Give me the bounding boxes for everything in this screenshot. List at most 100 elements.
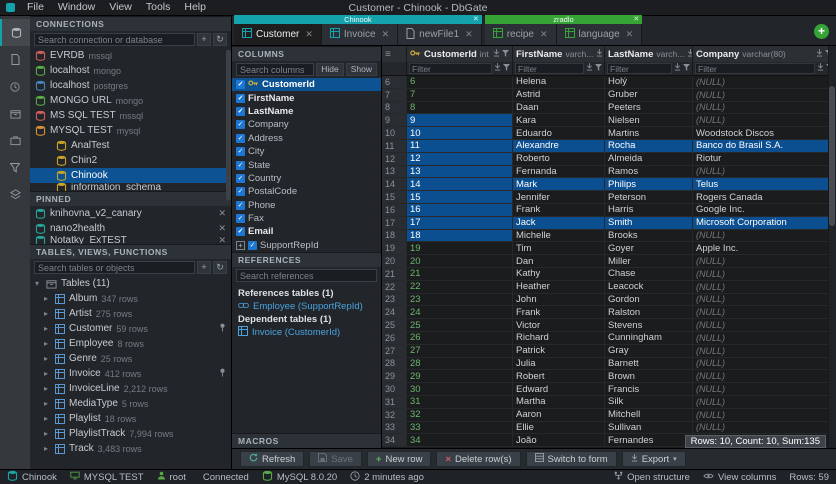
checkbox-checked-icon[interactable]: ✓ bbox=[236, 214, 245, 223]
cell-customerid[interactable]: 16 bbox=[407, 204, 513, 216]
column-item-city[interactable]: ✓City bbox=[232, 145, 381, 158]
cell-company[interactable]: (NULL) bbox=[693, 409, 836, 421]
cell-customerid[interactable]: 10 bbox=[407, 127, 513, 139]
cell-company[interactable]: (NULL) bbox=[693, 281, 836, 293]
add-table-button[interactable]: + bbox=[197, 261, 211, 274]
sidebar-scrollbar[interactable] bbox=[226, 50, 231, 200]
status-mysql-8-0-20[interactable]: MySQL 8.0.20 bbox=[262, 470, 337, 484]
row-number-cell[interactable]: 28 bbox=[382, 358, 407, 370]
filter-icon[interactable] bbox=[595, 63, 602, 74]
sort-icon[interactable] bbox=[817, 63, 824, 74]
checkbox-checked-icon[interactable]: ✓ bbox=[236, 134, 245, 143]
status-view-columns[interactable]: View columns bbox=[703, 471, 776, 483]
cell-customerid[interactable]: 33 bbox=[407, 422, 513, 434]
cell-company[interactable]: (NULL) bbox=[693, 102, 836, 114]
cell-company[interactable]: (NULL) bbox=[693, 166, 836, 178]
status-root[interactable]: root bbox=[157, 471, 186, 483]
cell-company[interactable]: (NULL) bbox=[693, 230, 836, 242]
menu-file[interactable]: File bbox=[20, 1, 51, 13]
column-item-company[interactable]: ✓Company bbox=[232, 118, 381, 131]
connections-search-input[interactable] bbox=[34, 33, 195, 46]
status-chinook[interactable]: Chinook bbox=[7, 470, 57, 484]
row-number-cell[interactable]: 6 bbox=[382, 76, 407, 88]
columns-panel-header[interactable]: COLUMNS bbox=[232, 46, 381, 61]
cell-customerid[interactable]: 15 bbox=[407, 191, 513, 203]
cell-customerid[interactable]: 17 bbox=[407, 217, 513, 229]
close-icon[interactable]: ✕ bbox=[473, 15, 479, 24]
tab-group-label[interactable]: Chinook✕ bbox=[234, 15, 482, 24]
cell-lastname[interactable]: Barnett bbox=[605, 358, 693, 370]
export-button[interactable]: Export▾ bbox=[622, 451, 686, 467]
column-item-postalcode[interactable]: ✓PostalCode bbox=[232, 185, 381, 198]
cell-company[interactable]: (NULL) bbox=[693, 422, 836, 434]
row-number-cell[interactable]: 10 bbox=[382, 127, 407, 139]
grid-menu-icon[interactable]: ≡ bbox=[385, 49, 391, 60]
cell-firstname[interactable]: Astrid bbox=[513, 89, 605, 101]
row-number-cell[interactable]: 26 bbox=[382, 332, 407, 344]
cell-customerid[interactable]: 24 bbox=[407, 306, 513, 318]
columns-search-input[interactable] bbox=[236, 63, 314, 76]
cell-customerid[interactable]: 23 bbox=[407, 294, 513, 306]
cell-firstname[interactable]: Mark bbox=[513, 178, 605, 190]
menu-view[interactable]: View bbox=[102, 1, 139, 13]
grid-scrollbar-thumb[interactable] bbox=[829, 86, 835, 226]
new-tab-button[interactable]: + bbox=[814, 24, 829, 39]
cell-firstname[interactable]: Richard bbox=[513, 332, 605, 344]
row-number-cell[interactable]: 17 bbox=[382, 217, 407, 229]
cell-company[interactable]: Banco do Brasil S.A. bbox=[693, 140, 836, 152]
checkbox-checked-icon[interactable]: ✓ bbox=[236, 94, 245, 103]
cell-customerid[interactable]: 12 bbox=[407, 153, 513, 165]
macros-header[interactable]: MACROS bbox=[232, 433, 381, 448]
table-item[interactable]: ▸PlaylistTrack7,994 rows bbox=[30, 426, 231, 441]
grid-vertical-scrollbar[interactable] bbox=[828, 46, 836, 448]
cell-lastname[interactable]: Miller bbox=[605, 255, 693, 267]
row-number-cell[interactable]: 27 bbox=[382, 345, 407, 357]
cell-firstname[interactable]: Patrick bbox=[513, 345, 605, 357]
save-button[interactable]: Save bbox=[309, 451, 362, 467]
cell-firstname[interactable]: Aaron bbox=[513, 409, 605, 421]
cell-company[interactable]: (NULL) bbox=[693, 396, 836, 408]
database-item[interactable]: Chinook bbox=[30, 168, 231, 183]
table-item[interactable]: ▸Artist275 rows bbox=[30, 306, 231, 321]
close-icon[interactable]: ✕ bbox=[465, 29, 473, 40]
row-number-cell[interactable]: 31 bbox=[382, 396, 407, 408]
reference-link[interactable]: Employee (SupportRepId) bbox=[238, 300, 375, 313]
cell-company[interactable]: (NULL) bbox=[693, 306, 836, 318]
cell-customerid[interactable]: 31 bbox=[407, 396, 513, 408]
cell-customerid[interactable]: 20 bbox=[407, 255, 513, 267]
cell-lastname[interactable]: Gruber bbox=[605, 89, 693, 101]
row-number-cell[interactable]: 11 bbox=[382, 140, 407, 152]
close-icon[interactable]: ✕ bbox=[626, 29, 634, 40]
column-item-state[interactable]: ✓State bbox=[232, 158, 381, 171]
row-number-cell[interactable]: 33 bbox=[382, 422, 407, 434]
history-icon[interactable] bbox=[0, 73, 30, 100]
cell-firstname[interactable]: Edward bbox=[513, 383, 605, 395]
row-number-cell[interactable]: 16 bbox=[382, 204, 407, 216]
checkbox-checked-icon[interactable]: ✓ bbox=[236, 187, 245, 196]
row-number-cell[interactable]: 19 bbox=[382, 242, 407, 254]
table-item[interactable]: ▸InvoiceLine2,212 rows bbox=[30, 381, 231, 396]
cell-firstname[interactable]: Robert bbox=[513, 370, 605, 382]
table-item[interactable]: ▸Album347 rows bbox=[30, 291, 231, 306]
cell-firstname[interactable]: Heather bbox=[513, 281, 605, 293]
cell-lastname[interactable]: Brown bbox=[605, 370, 693, 382]
connection-item[interactable]: MONGO URLmongo bbox=[30, 93, 231, 108]
tab-newfile1[interactable]: newFile1✕ bbox=[398, 24, 482, 45]
menu-tools[interactable]: Tools bbox=[139, 1, 178, 13]
row-number-cell[interactable]: 22 bbox=[382, 281, 407, 293]
row-number-cell[interactable]: 24 bbox=[382, 306, 407, 318]
cell-customerid[interactable]: 18 bbox=[407, 230, 513, 242]
expand-icon[interactable]: + bbox=[236, 241, 245, 250]
filter-icon[interactable] bbox=[502, 50, 509, 59]
cell-company[interactable]: (NULL) bbox=[693, 89, 836, 101]
table-item[interactable]: ▸Employee8 rows bbox=[30, 336, 231, 351]
connection-item[interactable]: localhostmongo bbox=[30, 63, 231, 78]
cell-firstname[interactable]: Jack bbox=[513, 217, 605, 229]
cell-customerid[interactable]: 22 bbox=[407, 281, 513, 293]
cell-customerid[interactable]: 9 bbox=[407, 114, 513, 126]
row-number-cell[interactable]: 14 bbox=[382, 178, 407, 190]
cell-customerid[interactable]: 28 bbox=[407, 358, 513, 370]
column-header-customerid[interactable]: CustomerIdint bbox=[407, 46, 513, 62]
new-row-button[interactable]: +New row bbox=[367, 451, 432, 467]
cell-company[interactable]: Woodstock Discos bbox=[693, 127, 836, 139]
